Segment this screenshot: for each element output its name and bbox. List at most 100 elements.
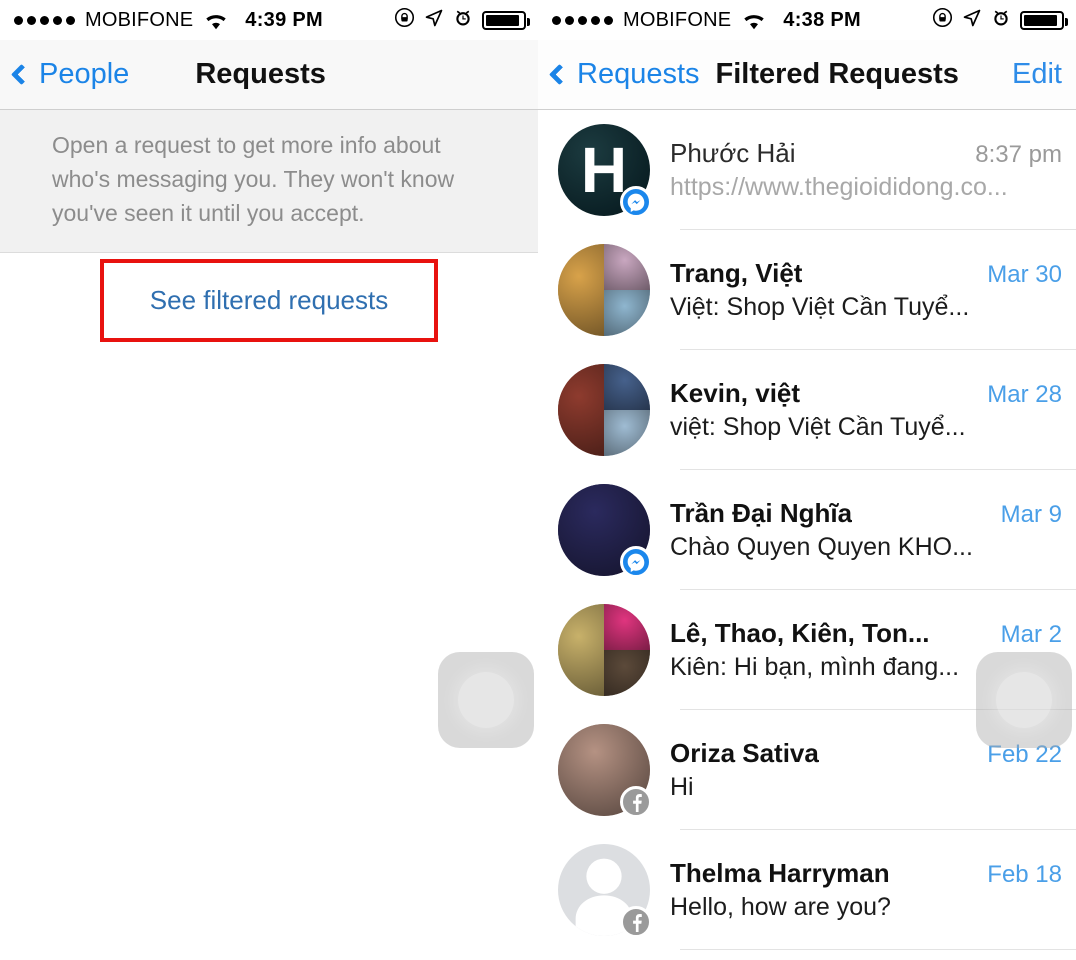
chevron-left-icon [10, 63, 33, 86]
back-button-label: Requests [577, 58, 700, 90]
back-button-requests[interactable]: Requests [548, 58, 700, 91]
status-bar-right-icons [394, 7, 530, 33]
thread-timestamp: Feb 18 [987, 861, 1062, 888]
thread-text-block: Kevin, việt Mar 28 việt: Shop Việt Cần Tuy… [670, 378, 1076, 442]
avatar[interactable] [558, 844, 652, 938]
thread-row[interactable]: Kevin, việt Mar 28 việt: Shop Việt Cần Tuy… [538, 350, 1076, 470]
avatar[interactable] [558, 484, 652, 578]
clock-time-label: 4:39 PM [245, 8, 323, 31]
assistive-touch-button-right[interactable] [976, 652, 1072, 748]
chevron-left-icon [548, 63, 571, 86]
signal-strength-dots-icon [552, 15, 613, 25]
thread-name: Trang, Việt [670, 258, 803, 288]
right-screenshot-panel: MOBIFONE 4:38 PM Requests Filtered Reque… [538, 0, 1076, 960]
thread-timestamp: Mar 2 [1000, 621, 1062, 648]
rotation-lock-icon [394, 7, 415, 33]
thread-name: Kevin, việt [670, 378, 801, 408]
thread-header-row: Trang, Việt Mar 30 [670, 258, 1062, 289]
avatar[interactable] [558, 244, 650, 336]
avatar[interactable] [558, 604, 650, 696]
thread-timestamp: Mar 30 [987, 261, 1062, 288]
left-screenshot-panel: MOBIFONE 4:39 PM People Requests Open a … [0, 0, 538, 960]
edit-button[interactable]: Edit [1012, 58, 1062, 91]
avatar-mosaic-cell [558, 364, 604, 456]
wifi-icon [741, 11, 767, 30]
thread-name: Trần Đại Nghĩa [670, 498, 853, 528]
info-banner-text: Open a request to get more info about wh… [52, 132, 455, 226]
filtered-requests-list[interactable]: H Phước Hải 8:37 pm https://www.thegioidido… [538, 110, 1076, 950]
battery-icon [482, 10, 530, 30]
red-highlight-box: See filtered requests [100, 259, 438, 342]
avatar-mosaic-cell [558, 244, 604, 336]
list-divider [680, 949, 1076, 950]
avatar-mosaic-cell [604, 244, 650, 290]
thread-name: Oriza Sativa [670, 738, 819, 768]
assistive-touch-button-left[interactable] [438, 652, 534, 748]
thread-snippet: Chào Quyen Quyen KHO... [670, 533, 973, 561]
avatar[interactable] [558, 724, 652, 818]
thread-snippet: Hi [670, 773, 694, 801]
page-title: Filtered Requests [715, 58, 959, 90]
avatar[interactable]: H [558, 124, 652, 218]
alarm-clock-icon [453, 8, 473, 33]
carrier-label: MOBIFONE [623, 8, 732, 31]
status-bar-right-icons [932, 7, 1068, 33]
avatar-group-mosaic [558, 604, 650, 696]
thread-header-row: Thelma Harryman Feb 18 [670, 858, 1062, 889]
see-filtered-requests-area: See filtered requests [0, 259, 538, 342]
back-button-label: People [39, 58, 130, 90]
thread-timestamp: Mar 9 [1000, 501, 1062, 528]
nav-bar-left: People Requests [0, 40, 538, 110]
rotation-lock-icon [932, 7, 953, 33]
thread-timestamp: Mar 28 [987, 381, 1062, 408]
messenger-badge-icon [620, 546, 652, 578]
assistive-touch-ring-icon [458, 672, 514, 728]
back-button-people[interactable]: People [10, 58, 130, 91]
thread-name: Thelma Harryman [670, 858, 890, 888]
avatar-mosaic-cell [558, 604, 604, 696]
thread-row[interactable]: Trang, Việt Mar 30 Việt: Shop Việt Cần Tuy… [538, 230, 1076, 350]
thread-header-row: Trần Đại Nghĩa Mar 9 [670, 498, 1062, 529]
carrier-label: MOBIFONE [85, 8, 194, 31]
facebook-badge-icon [620, 786, 652, 818]
avatar-mosaic-cell [604, 650, 650, 696]
thread-snippet: Hello, how are you? [670, 893, 891, 921]
thread-name: Lê, Thao, Kiên, Ton... [670, 618, 930, 648]
wifi-icon [203, 11, 229, 30]
thread-text-block: Trần Đại Nghĩa Mar 9 Chào Quyen Quyen KHO.… [670, 498, 1076, 562]
location-arrow-icon [962, 8, 982, 33]
thread-snippet: Việt: Shop Việt Cần Tuyể... [670, 293, 970, 321]
dual-screenshot-container: MOBIFONE 4:39 PM People Requests Open a … [0, 0, 1076, 960]
info-banner: Open a request to get more info about wh… [0, 110, 538, 253]
nav-bar-right: Requests Filtered Requests Edit [538, 40, 1076, 110]
thread-row[interactable]: H Phước Hải 8:37 pm https://www.thegioidido… [538, 110, 1076, 230]
signal-strength-dots-icon [14, 15, 75, 25]
avatar-image [558, 364, 650, 456]
location-arrow-icon [424, 8, 444, 33]
thread-name: Phước Hải [670, 138, 796, 168]
avatar-mosaic-cell [604, 290, 650, 336]
thread-snippet: việt: Shop Việt Cần Tuyể... [670, 413, 966, 441]
thread-header-row: Lê, Thao, Kiên, Ton... Mar 2 [670, 618, 1062, 649]
thread-text-block: Trang, Việt Mar 30 Việt: Shop Việt Cần Tuy… [670, 258, 1076, 322]
status-bar-right: MOBIFONE 4:38 PM [538, 0, 1076, 40]
avatar-group-mosaic [558, 244, 650, 336]
thread-text-block: Phước Hải 8:37 pm https://www.thegioididon… [670, 138, 1076, 202]
status-bar-left: MOBIFONE 4:39 PM [0, 0, 538, 40]
thread-row[interactable]: Thelma Harryman Feb 18 Hello, how are you? [538, 830, 1076, 950]
messenger-badge-icon [620, 186, 652, 218]
alarm-clock-icon [991, 8, 1011, 33]
battery-icon [1020, 10, 1068, 30]
assistive-touch-ring-icon [996, 672, 1052, 728]
thread-snippet: https://www.thegioididong.co... [670, 173, 1008, 201]
avatar-mosaic-cell [604, 410, 650, 456]
see-filtered-requests-link[interactable]: See filtered requests [150, 285, 388, 316]
avatar[interactable] [558, 364, 650, 456]
clock-time-label: 4:38 PM [783, 8, 861, 31]
thread-header-row: Phước Hải 8:37 pm [670, 138, 1062, 169]
thread-row[interactable]: Trần Đại Nghĩa Mar 9 Chào Quyen Quyen KHO.… [538, 470, 1076, 590]
facebook-badge-icon [620, 906, 652, 938]
avatar-image [558, 604, 650, 696]
avatar-mosaic-cell [604, 364, 650, 410]
avatar-image [558, 244, 650, 336]
